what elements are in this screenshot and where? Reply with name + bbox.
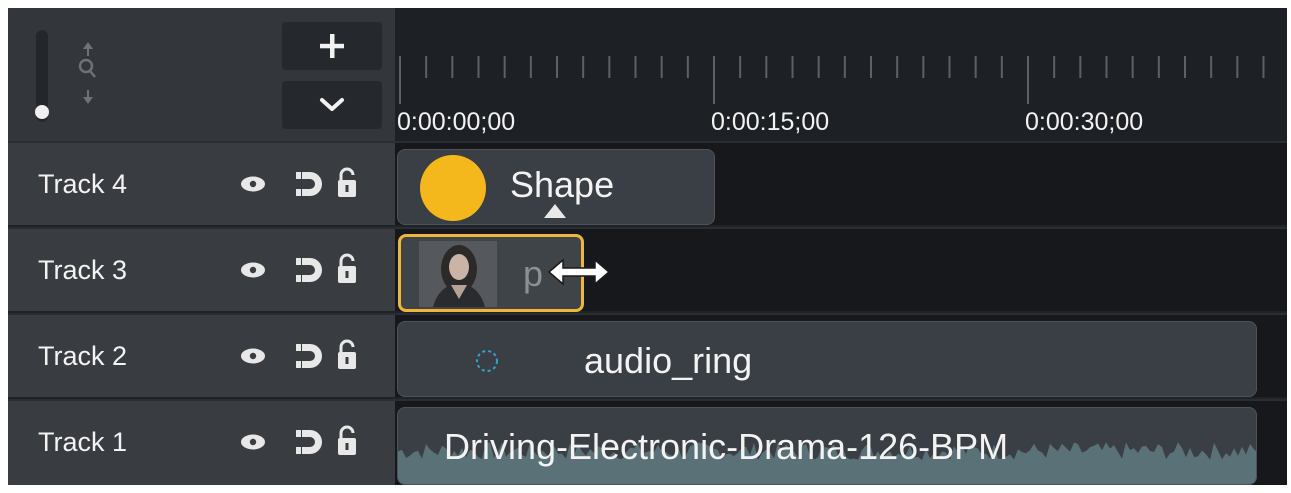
timecode-0: 0:00:00;00	[397, 108, 516, 136]
track-1-controls	[241, 425, 356, 455]
chevron-down-icon	[320, 98, 344, 111]
ring-icon	[476, 350, 498, 372]
shape-clip-label: Shape	[510, 164, 615, 205]
shape-clip[interactable]: Shape	[397, 149, 715, 225]
track-2-lane[interactable]: audio_ring	[395, 313, 1287, 397]
track-label: Track 1	[38, 427, 128, 457]
magnet-icon[interactable]	[296, 172, 322, 196]
track-4-lane[interactable]: Shape	[395, 141, 1287, 225]
eye-icon[interactable]	[241, 434, 265, 450]
track-3-lane[interactable]: p	[395, 227, 1287, 312]
triangle-marker-icon	[544, 204, 566, 218]
track-label: Track 3	[38, 255, 128, 285]
track-2-controls	[241, 339, 356, 369]
music-clip-label: Driving-Electronic-Drama-126-BPM	[444, 426, 1009, 467]
audio-ring-clip[interactable]: audio_ring	[397, 321, 1257, 397]
track-3-controls	[241, 253, 356, 283]
track-header-2[interactable]: Track 2	[8, 313, 395, 397]
magnet-icon[interactable]	[296, 430, 322, 454]
media-clip-label: p	[523, 253, 544, 294]
track-header-4[interactable]: Track 4	[8, 141, 395, 225]
add-track-button[interactable]	[282, 22, 382, 70]
timecode-30: 0:00:30;00	[1025, 108, 1144, 136]
resize-horizontal-cursor-icon	[547, 258, 611, 286]
magnet-icon[interactable]	[296, 258, 322, 282]
time-ruler[interactable]: 0:00:00;00 0:00:15;00 0:00:30;00	[395, 8, 1287, 141]
eye-icon[interactable]	[241, 262, 265, 278]
magnify-zoom-icon	[78, 42, 96, 104]
lock-icon[interactable]	[338, 425, 356, 455]
track-1-lane[interactable]: Driving-Electronic-Drama-126-BPM	[395, 399, 1287, 485]
track-header-3[interactable]: Track 3	[8, 227, 395, 311]
person-thumbnail	[419, 241, 497, 307]
track-4-controls	[241, 167, 356, 197]
timeline-controls	[8, 8, 395, 141]
lock-icon[interactable]	[338, 339, 356, 369]
track-label: Track 4	[38, 169, 128, 199]
lock-icon[interactable]	[338, 167, 356, 197]
audio-ring-clip-label: audio_ring	[584, 340, 753, 381]
track-menu-button[interactable]	[282, 81, 382, 129]
shape-circle-thumbnail	[420, 155, 486, 221]
track-header-1[interactable]: Track 1	[8, 399, 395, 485]
timeline-panel: 0:00:00;00 0:00:15;00 0:00:30;00 Track 4…	[8, 8, 1287, 485]
lock-icon[interactable]	[338, 253, 356, 283]
magnet-icon[interactable]	[296, 344, 322, 368]
plus-icon	[320, 34, 344, 58]
track-label: Track 2	[38, 341, 128, 371]
zoom-slider-handle[interactable]	[35, 105, 49, 119]
eye-icon[interactable]	[241, 348, 265, 364]
timecode-15: 0:00:15;00	[711, 108, 830, 136]
ruler-ticks	[399, 56, 1265, 104]
eye-icon[interactable]	[241, 176, 265, 192]
music-clip[interactable]: Driving-Electronic-Drama-126-BPM	[397, 407, 1257, 485]
